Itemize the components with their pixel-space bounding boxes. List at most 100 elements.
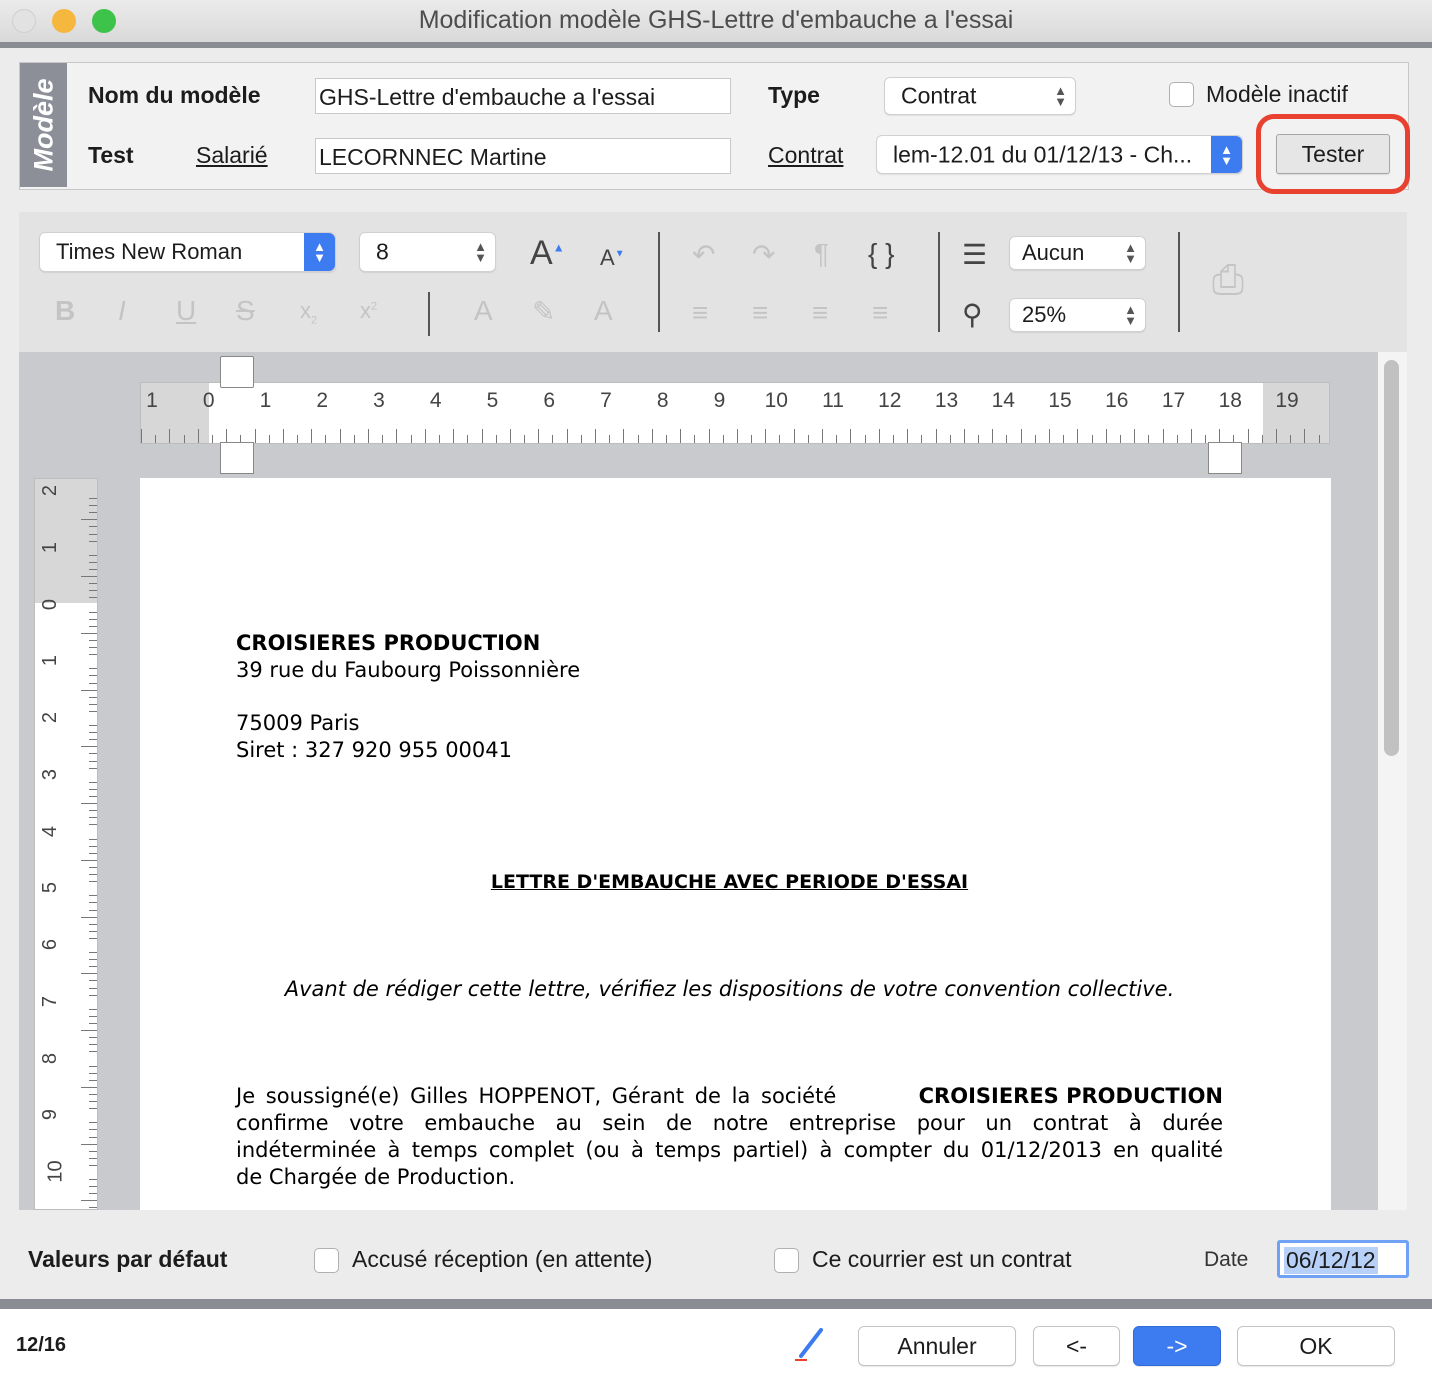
ruler-tick bbox=[81, 746, 97, 748]
ruler-tick bbox=[89, 1023, 97, 1025]
paragraph-icon[interactable]: ¶ bbox=[814, 238, 829, 270]
ruler-tick bbox=[353, 435, 355, 443]
ack-label: Accusé réception (en attente) bbox=[352, 1246, 653, 1272]
ack-checkbox[interactable] bbox=[314, 1248, 339, 1273]
ruler-number: 12 bbox=[878, 389, 902, 412]
ruler-tick bbox=[921, 435, 923, 443]
date-input[interactable]: 06/12/12 bbox=[1277, 1240, 1409, 1278]
ruler-tick bbox=[89, 817, 97, 819]
ruler-tick bbox=[1148, 435, 1150, 443]
ruler-tick bbox=[89, 1150, 97, 1152]
ok-button[interactable]: OK bbox=[1237, 1326, 1395, 1366]
ruler-tick bbox=[850, 429, 852, 443]
align-left-icon[interactable]: ≡ bbox=[692, 297, 708, 329]
model-name-input[interactable]: GHS-Lettre d'embauche a l'essai bbox=[315, 78, 731, 114]
braces-icon[interactable]: { } bbox=[868, 238, 894, 270]
zoom-icon: ⚲ bbox=[962, 299, 983, 330]
redo-icon[interactable]: ↷ bbox=[752, 238, 775, 271]
ruler-tick bbox=[1034, 435, 1036, 443]
left-indent-marker[interactable] bbox=[220, 442, 254, 474]
subscript-icon[interactable]: x2 bbox=[300, 298, 317, 326]
vertical-scrollbar[interactable] bbox=[1378, 352, 1407, 1210]
inactive-checkbox[interactable] bbox=[1169, 82, 1194, 107]
font-size-select[interactable]: 8 ▲ ▼ bbox=[359, 232, 496, 272]
ruler-tick bbox=[765, 429, 767, 443]
ruler-tick bbox=[1006, 435, 1008, 443]
text-color-icon[interactable]: A bbox=[594, 295, 613, 327]
footer-divider bbox=[0, 1299, 1432, 1309]
ruler-number: 0 bbox=[39, 598, 62, 610]
ruler-tick bbox=[1162, 429, 1164, 443]
font-select[interactable]: Times New Roman ▲ ▼ bbox=[39, 232, 336, 272]
highlight-pen-icon[interactable]: ✎ bbox=[532, 295, 555, 328]
employee-link[interactable]: Salarié bbox=[196, 142, 268, 169]
ruler-tick bbox=[254, 429, 256, 443]
ruler-tick bbox=[81, 1143, 97, 1145]
decrease-font-icon[interactable]: A▼ bbox=[600, 245, 625, 271]
right-indent-marker[interactable] bbox=[1208, 442, 1242, 474]
ruler-tick bbox=[623, 429, 625, 443]
ruler-tick bbox=[89, 597, 97, 599]
superscript-icon[interactable]: x2 bbox=[360, 298, 377, 324]
ruler-tick bbox=[89, 682, 97, 684]
next-button[interactable]: -> bbox=[1133, 1326, 1221, 1366]
ruler-number: 1 bbox=[259, 389, 272, 412]
chevron-updown-icon: ▲ ▼ bbox=[474, 239, 487, 265]
undo-icon[interactable]: ↶ bbox=[692, 238, 715, 271]
edit-pen-icon[interactable] bbox=[793, 1326, 827, 1364]
horizontal-ruler[interactable]: 1 0 1 2 3 4 5 6 7 8 9 10 11 12 13 14 15 16 17 18 19 bbox=[140, 382, 1330, 444]
is-contract-checkbox[interactable] bbox=[774, 1248, 799, 1273]
toolbar-separator bbox=[1178, 232, 1180, 332]
print-preview-icon[interactable]: ⎙ bbox=[1212, 258, 1244, 303]
vertical-ruler[interactable]: 2 1 0 1 2 3 4 5 6 7 8 9 10 bbox=[34, 478, 98, 1223]
toolbar-separator bbox=[428, 292, 430, 336]
ruler-tick bbox=[566, 429, 568, 443]
ruler-tick bbox=[141, 429, 142, 443]
ruler-number: 2 bbox=[316, 389, 329, 412]
italic-icon[interactable]: I bbox=[118, 295, 126, 327]
contract-select[interactable]: lem-12.01 du 01/12/13 - Ch... ▲ ▼ bbox=[876, 135, 1243, 174]
ruler-number: 9 bbox=[39, 1109, 62, 1121]
ruler-tick bbox=[1219, 429, 1221, 443]
chevron-updown-icon: ▲ ▼ bbox=[1054, 83, 1067, 109]
ruler-tick bbox=[1276, 429, 1277, 443]
bold-icon[interactable]: B bbox=[55, 295, 75, 327]
ruler-tick bbox=[89, 618, 97, 620]
ruler-tick bbox=[89, 725, 97, 727]
ruler-tick bbox=[89, 845, 97, 847]
ruler-number: 9 bbox=[713, 389, 726, 412]
ruler-tick bbox=[963, 429, 965, 443]
ruler-tick bbox=[807, 435, 809, 443]
underline-icon[interactable]: U bbox=[176, 295, 196, 327]
ruler-tick bbox=[89, 526, 97, 528]
ruler-number: 10 bbox=[44, 1160, 67, 1183]
justify-icon[interactable]: ≡ bbox=[872, 297, 888, 329]
contract-link[interactable]: Contrat bbox=[768, 142, 843, 169]
align-right-icon[interactable]: ≡ bbox=[812, 297, 828, 329]
ruler-tick bbox=[81, 803, 97, 805]
ruler-number: 5 bbox=[486, 389, 499, 412]
employee-input[interactable]: LECORNNEC Martine bbox=[315, 138, 731, 174]
ruler-tick bbox=[694, 435, 696, 443]
ruler-tick bbox=[81, 859, 97, 861]
zoom-select[interactable]: 25% ▲ ▼ bbox=[1009, 298, 1146, 332]
ruler-tick bbox=[89, 1186, 97, 1188]
ruler-tick bbox=[651, 429, 653, 443]
ruler-number: 2 bbox=[39, 711, 62, 724]
ruler-tick bbox=[538, 429, 540, 443]
ruler-tick bbox=[81, 1030, 97, 1032]
strikethrough-icon[interactable]: S bbox=[236, 295, 255, 327]
ruler-tick bbox=[949, 435, 951, 443]
list-style-select[interactable]: Aucun ▲ ▼ bbox=[1009, 236, 1146, 270]
increase-font-icon[interactable]: A▲ bbox=[530, 234, 565, 273]
test-button[interactable]: Tester bbox=[1276, 134, 1390, 174]
text-outline-icon[interactable]: A bbox=[474, 295, 493, 327]
previous-button[interactable]: <- bbox=[1033, 1326, 1120, 1366]
first-line-indent-marker[interactable] bbox=[220, 356, 254, 388]
cancel-button[interactable]: Annuler bbox=[858, 1326, 1016, 1366]
align-center-icon[interactable]: ≡ bbox=[752, 297, 768, 329]
ruler-number: 10 bbox=[764, 389, 788, 412]
scrollbar-thumb[interactable] bbox=[1384, 360, 1399, 756]
ruler-tick bbox=[1105, 429, 1107, 443]
type-select[interactable]: Contrat ▲ ▼ bbox=[884, 77, 1076, 115]
